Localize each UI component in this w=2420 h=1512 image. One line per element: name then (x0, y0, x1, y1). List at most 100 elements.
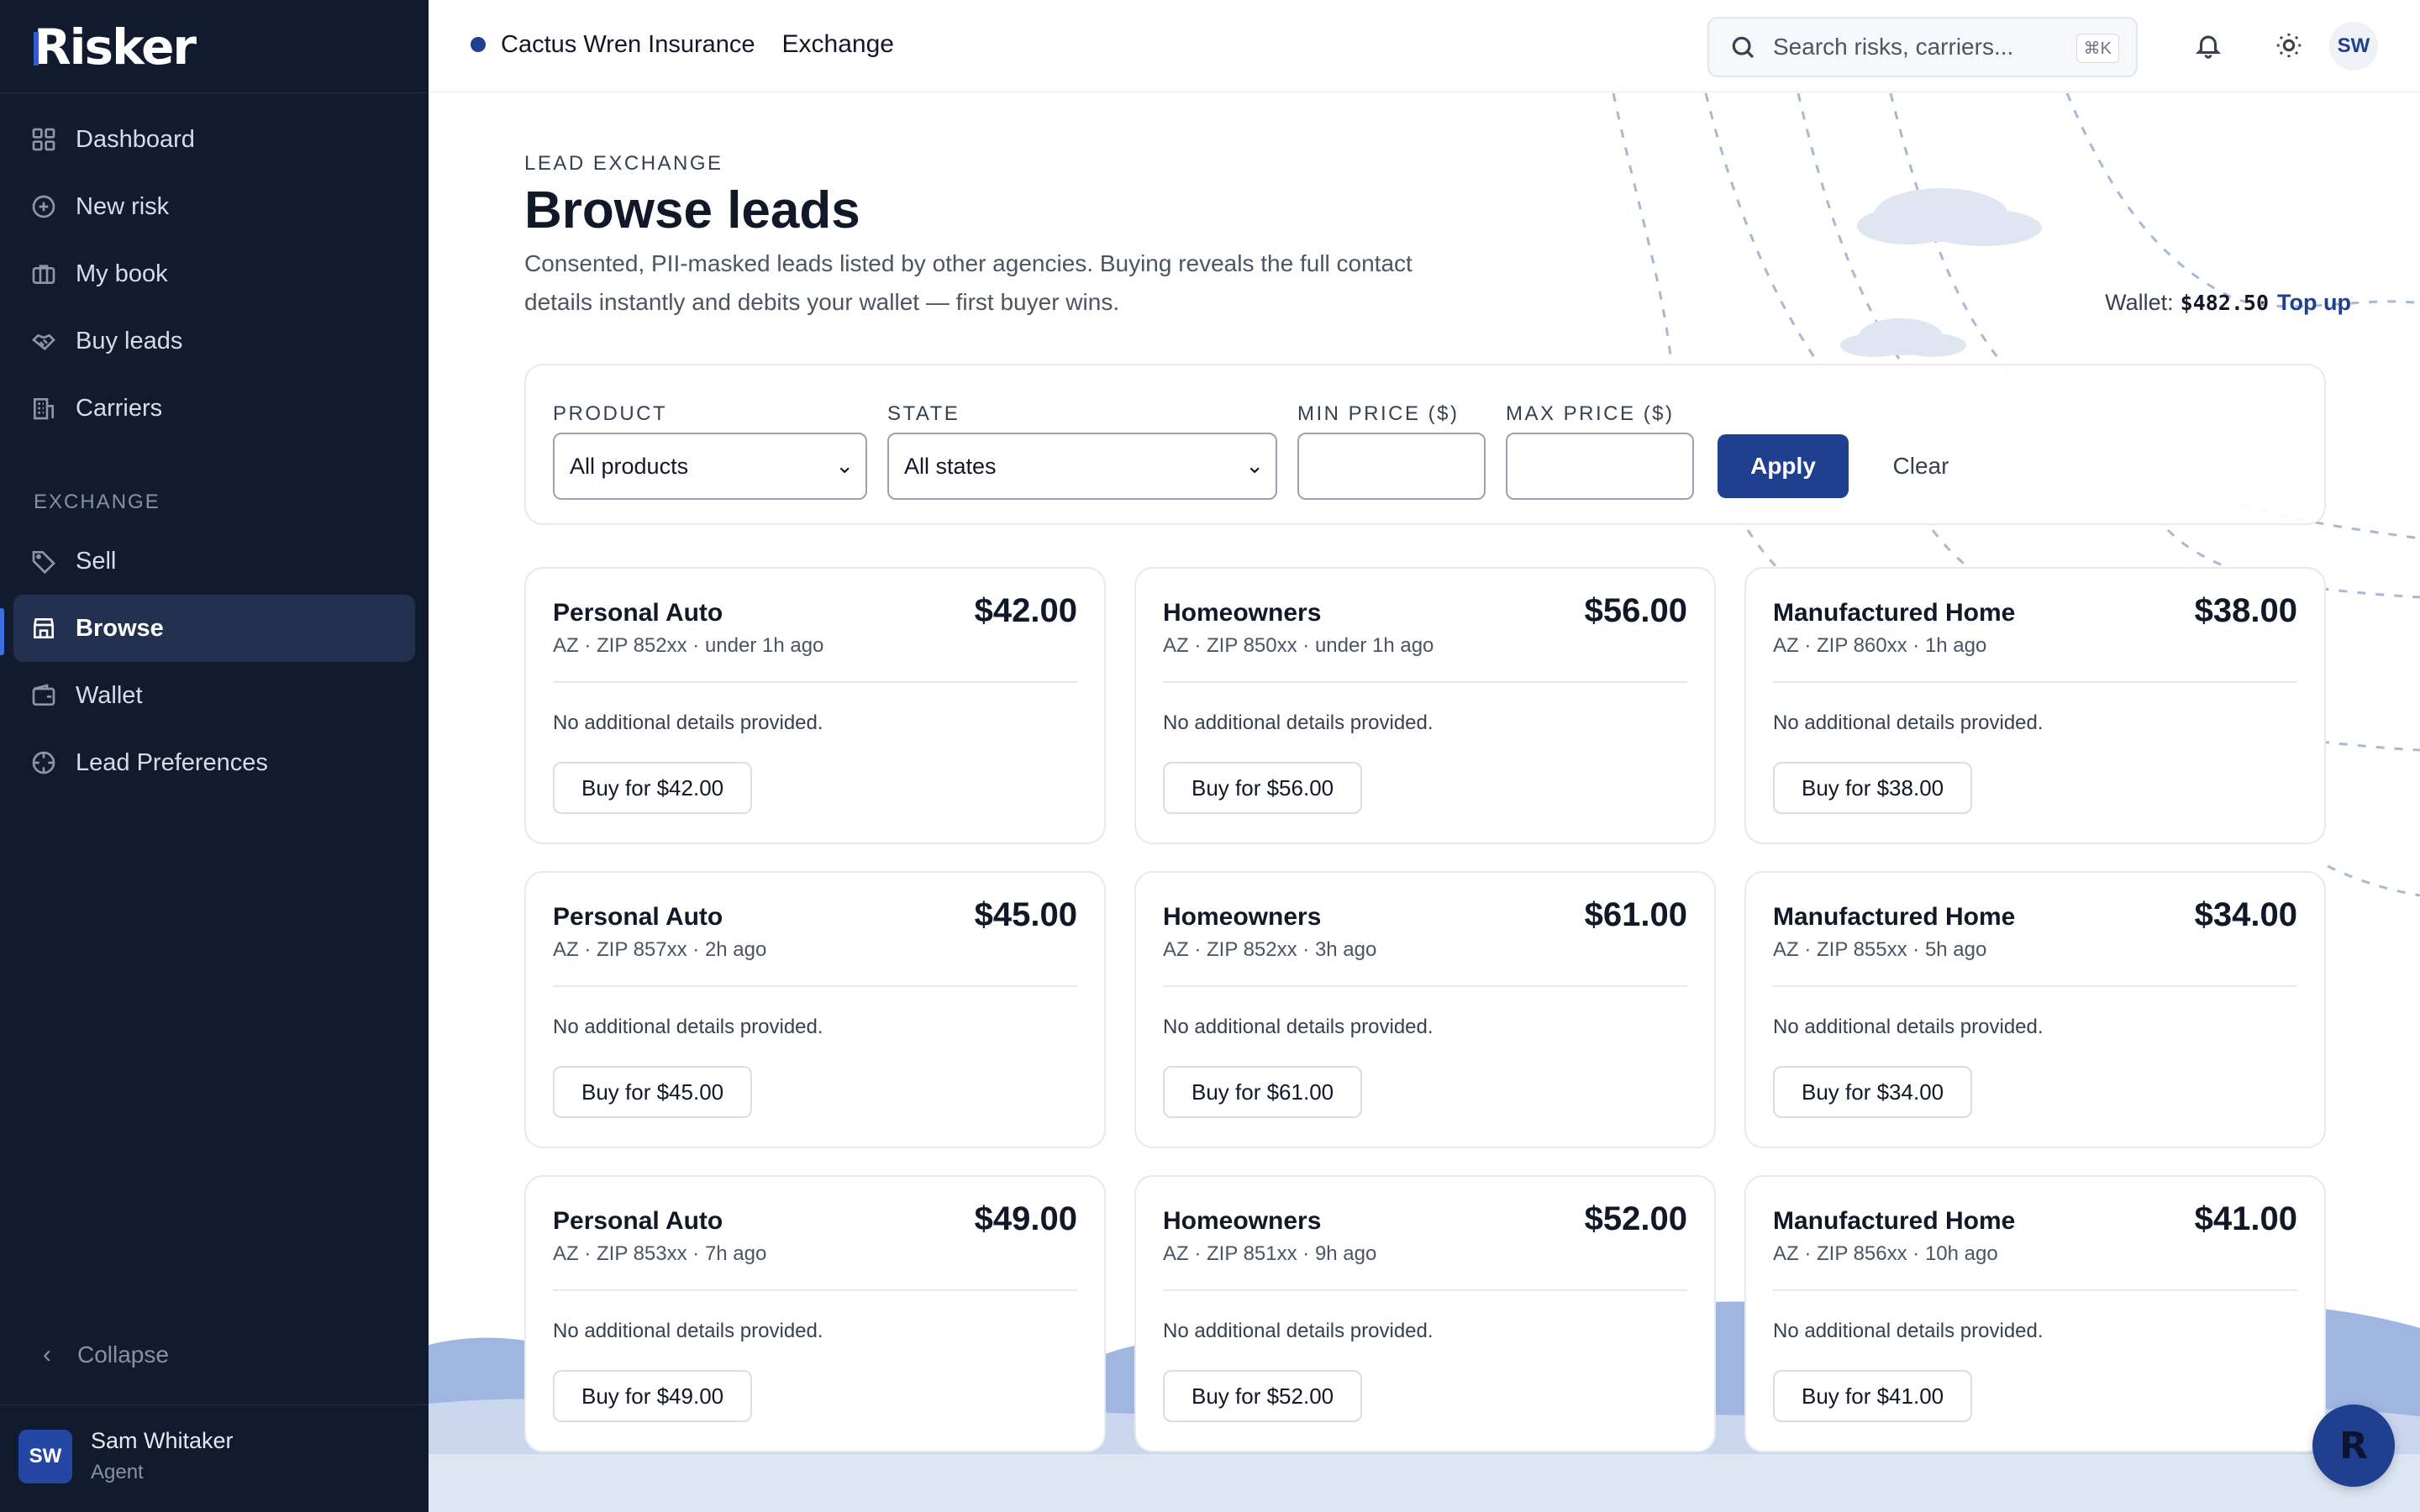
exchange-nav: Sell Browse Wallet Lead Preferences (13, 528, 415, 796)
search-icon (1732, 36, 1754, 59)
min-price-input[interactable] (1297, 433, 1486, 500)
state-select[interactable]: All states ⌄ (887, 433, 1277, 500)
card-divider (1163, 1289, 1687, 1291)
page-description: Consented, PII-masked leads listed by ot… (524, 250, 1413, 315)
lead-details: No additional details provided. (1773, 1320, 2044, 1342)
chevron-down-icon: ⌄ (1245, 453, 1264, 478)
sidebar-item-label: Dashboard (76, 125, 195, 153)
handshake-icon (30, 328, 57, 354)
buy-lead-button[interactable]: Buy for $61.00 (1163, 1066, 1363, 1118)
collapse-button[interactable]: ‹ Collapse (34, 1341, 169, 1369)
org-name[interactable]: Cactus Wren Insurance (501, 31, 755, 59)
main-nav: Dashboard New risk My book Buy leads Car… (13, 106, 415, 442)
sidebar-item-new-risk[interactable]: New risk (13, 173, 415, 240)
theme-toggle-sun-icon[interactable] (2270, 27, 2307, 64)
lead-price: $34.00 (2194, 896, 2297, 933)
lead-card: Manufactured Home AZ · ZIP 860xx · 1h ag… (1744, 567, 2326, 844)
lead-details: No additional details provided. (1163, 1016, 1434, 1038)
search-box[interactable]: ⌘K (1707, 17, 2138, 77)
lead-meta: AZ · ZIP 851xx · 9h ago (1163, 1242, 1377, 1265)
clear-button[interactable]: Clear (1876, 434, 1966, 498)
lead-meta: AZ · ZIP 860xx · 1h ago (1773, 634, 1987, 657)
sidebar-item-wallet[interactable]: Wallet (13, 662, 415, 729)
lead-details: No additional details provided. (1773, 711, 2044, 734)
user-profile[interactable]: SW Sam Whitaker Agent (18, 1428, 234, 1484)
product-select[interactable]: All products ⌄ (553, 433, 867, 500)
target-icon (30, 749, 57, 776)
card-divider (553, 681, 1077, 683)
grid-icon (30, 126, 57, 153)
sidebar-item-carriers[interactable]: Carriers (13, 375, 415, 442)
assistant-fab-button[interactable]: R (2312, 1404, 2395, 1487)
org-status-dot (471, 37, 486, 52)
plus-circle-icon (30, 193, 57, 220)
sidebar-item-label: New risk (76, 192, 170, 220)
lead-details: No additional details provided. (1773, 1016, 2044, 1038)
page-eyebrow: LEAD EXCHANGE (524, 152, 723, 175)
lead-product: Personal Auto (553, 599, 723, 627)
sidebar-item-sell[interactable]: Sell (13, 528, 415, 595)
active-indicator (0, 608, 4, 655)
lead-product: Manufactured Home (1773, 903, 2016, 931)
search-input[interactable] (1773, 34, 2075, 60)
sidebar-item-my-book[interactable]: My book (13, 240, 415, 307)
sidebar-divider (0, 92, 429, 93)
exchange-section-label: EXCHANGE (34, 491, 160, 513)
lead-product: Manufactured Home (1773, 599, 2016, 627)
lead-price: $61.00 (1584, 896, 1687, 933)
risker-r-icon: R (2339, 1424, 2368, 1467)
breadcrumb-section[interactable]: Exchange (782, 30, 894, 59)
sidebar-item-label: Buy leads (76, 327, 183, 354)
lead-meta: AZ · ZIP 855xx · 5h ago (1773, 938, 1987, 961)
buy-lead-button[interactable]: Buy for $42.00 (553, 762, 753, 814)
wallet-balance: Wallet: $482.50 Top up (2105, 290, 2351, 316)
logo-mark (34, 32, 39, 66)
lead-details: No additional details provided. (553, 1320, 823, 1342)
buy-lead-button[interactable]: Buy for $45.00 (553, 1066, 753, 1118)
lead-price: $42.00 (974, 592, 1077, 629)
avatar: SW (18, 1429, 72, 1483)
lead-price: $38.00 (2194, 592, 2297, 629)
store-icon (30, 615, 57, 642)
user-role: Agent (91, 1461, 144, 1483)
main-content: LEAD EXCHANGE Browse leads Consented, PI… (429, 93, 2420, 1512)
sidebar-item-buy-leads[interactable]: Buy leads (13, 307, 415, 375)
card-divider (553, 1289, 1077, 1291)
lead-meta: AZ · ZIP 856xx · 10h ago (1773, 1242, 1998, 1265)
card-divider (553, 985, 1077, 987)
lead-price: $45.00 (974, 896, 1077, 933)
lead-details: No additional details provided. (1163, 1320, 1434, 1342)
bell-icon[interactable] (2190, 27, 2227, 64)
avatar[interactable]: SW (2329, 22, 2378, 71)
lead-meta: AZ · ZIP 850xx · under 1h ago (1163, 634, 1434, 657)
wallet-icon (30, 682, 57, 709)
max-price-input[interactable] (1506, 433, 1694, 500)
lead-price: $49.00 (974, 1200, 1077, 1237)
lead-details: No additional details provided. (553, 711, 823, 734)
buy-lead-button[interactable]: Buy for $56.00 (1163, 762, 1363, 814)
lead-price: $56.00 (1584, 592, 1687, 629)
sidebar-item-lead-preferences[interactable]: Lead Preferences (13, 729, 415, 796)
lead-card: Homeowners AZ · ZIP 851xx · 9h ago $52.0… (1134, 1175, 1716, 1452)
max-price-label: MAX PRICE ($) (1506, 402, 1675, 425)
chevron-left-icon: ‹ (43, 1341, 51, 1368)
tag-icon (30, 548, 57, 575)
buy-lead-button[interactable]: Buy for $41.00 (1773, 1370, 1973, 1422)
lead-product: Manufactured Home (1773, 1207, 2016, 1235)
apply-button[interactable]: Apply (1718, 434, 1849, 498)
sidebar-item-label: Lead Preferences (76, 748, 268, 776)
top-up-link[interactable]: Top up (2277, 290, 2351, 316)
buy-lead-button[interactable]: Buy for $52.00 (1163, 1370, 1363, 1422)
collapse-label: Collapse (77, 1341, 169, 1368)
sidebar-item-dashboard[interactable]: Dashboard (13, 106, 415, 173)
buy-lead-button[interactable]: Buy for $49.00 (553, 1370, 753, 1422)
lead-details: No additional details provided. (1163, 711, 1434, 734)
lead-price: $52.00 (1584, 1200, 1687, 1237)
card-divider (1163, 681, 1687, 683)
buy-lead-button[interactable]: Buy for $34.00 (1773, 1066, 1973, 1118)
sidebar-item-browse[interactable]: Browse (13, 595, 415, 662)
risker-logo[interactable]: Risker (34, 18, 197, 76)
building-icon (30, 395, 57, 422)
lead-card: Homeowners AZ · ZIP 852xx · 3h ago $61.0… (1134, 871, 1716, 1148)
buy-lead-button[interactable]: Buy for $38.00 (1773, 762, 1973, 814)
